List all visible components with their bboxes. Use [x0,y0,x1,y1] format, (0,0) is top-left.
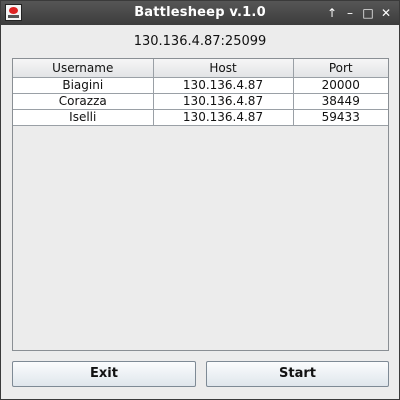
cell-host[interactable]: 130.136.4.87 [152,109,294,126]
start-button[interactable]: Start [206,361,389,387]
players-table[interactable]: Username Host Port Biagini 130.136.4.87 … [12,58,389,351]
keep-on-top-icon[interactable]: ↑ [323,3,341,23]
cell-username[interactable]: Iselli [13,109,154,126]
cell-host[interactable]: 130.136.4.87 [152,77,294,94]
column-header-port[interactable]: Port [292,59,388,78]
close-icon[interactable]: ✕ [377,3,395,23]
exit-button[interactable]: Exit [12,361,196,387]
table-header-row: Username Host Port [13,59,388,78]
table-row[interactable]: Corazza 130.136.4.87 38449 [13,93,388,110]
app-window: Battlesheep v.1.0 ↑ – □ ✕ 130.136.4.87:2… [0,0,400,400]
column-header-host[interactable]: Host [152,59,294,78]
cell-port[interactable]: 20000 [292,77,388,94]
column-header-username[interactable]: Username [13,59,154,78]
cell-username[interactable]: Corazza [13,93,154,110]
server-address-label: 130.136.4.87:25099 [133,34,267,49]
title-bar[interactable]: Battlesheep v.1.0 ↑ – □ ✕ [1,1,399,25]
cell-port[interactable]: 38449 [292,93,388,110]
table-row[interactable]: Iselli 130.136.4.87 59433 [13,109,388,126]
table-row[interactable]: Biagini 130.136.4.87 20000 [13,77,388,94]
minimize-icon[interactable]: – [341,3,359,23]
cell-port[interactable]: 59433 [292,109,388,126]
maximize-icon[interactable]: □ [359,3,377,23]
cell-username[interactable]: Biagini [13,77,154,94]
cell-host[interactable]: 130.136.4.87 [152,93,294,110]
